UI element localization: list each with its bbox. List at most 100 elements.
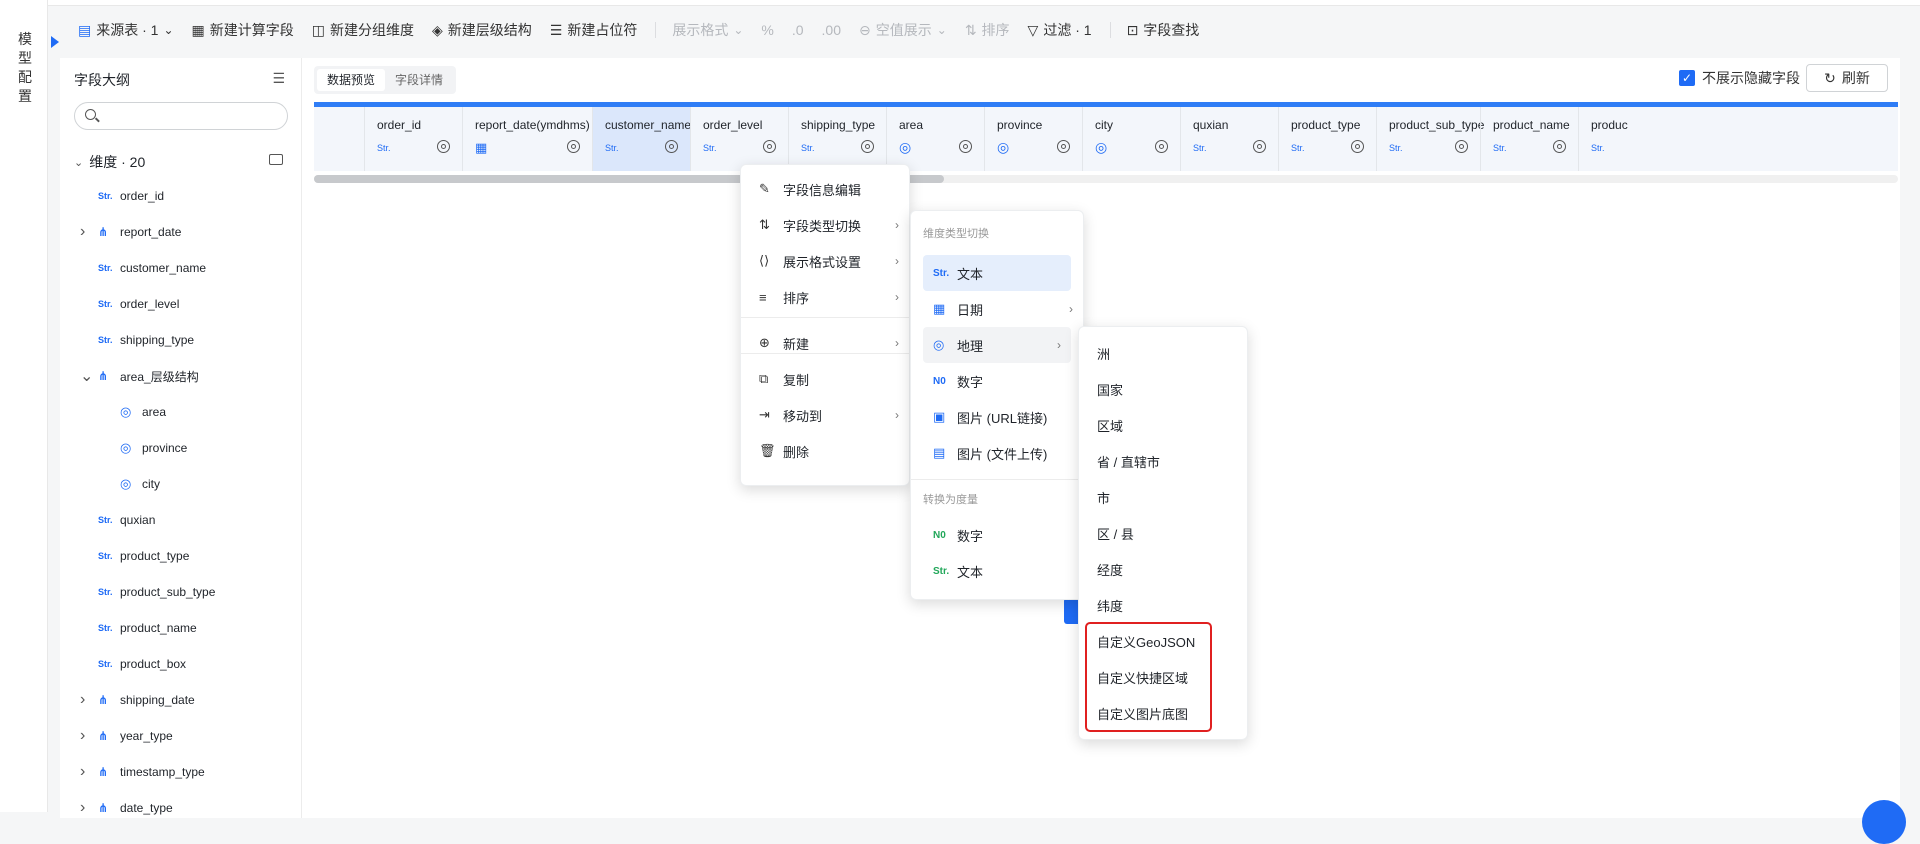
toolbar-button-4[interactable]: ☰ 新建占位符	[550, 20, 638, 40]
settings-gear-icon[interactable]	[1155, 140, 1168, 153]
dimension-group-header[interactable]: ⌄ 维度 · 20	[74, 152, 145, 172]
geo-option-2[interactable]: 区域	[1079, 407, 1247, 443]
chevron-right-icon[interactable]: ›	[80, 799, 90, 817]
outline-field-item[interactable]: Str. quxian	[60, 502, 302, 538]
outline-field-item[interactable]: Str. product_type	[60, 538, 302, 574]
toolbar-button-8[interactable]: .00	[822, 22, 841, 38]
column-header-7[interactable]: city ◎	[1082, 107, 1180, 171]
context-menu-item-5[interactable]: ⧉ 复制	[741, 361, 909, 397]
outline-field-item[interactable]: › ⋔ date_type	[60, 790, 302, 826]
toolbar-button-6[interactable]: %	[761, 22, 773, 38]
outline-field-item[interactable]: › ⋔ report_date	[60, 214, 302, 250]
outline-field-item[interactable]: › ⋔ timestamp_type	[60, 754, 302, 790]
type-option-4[interactable]: ▣ 图片 (URL链接)	[911, 399, 1083, 435]
tab-data-preview[interactable]: 数据预览	[317, 69, 386, 91]
outline-field-item[interactable]: Str. order_id	[60, 178, 302, 214]
settings-gear-icon[interactable]	[959, 140, 972, 153]
geo-option-7[interactable]: 纬度	[1079, 587, 1247, 623]
horizontal-scrollbar[interactable]	[314, 175, 1898, 183]
type-option-5[interactable]: ▤ 图片 (文件上传)	[911, 435, 1083, 471]
context-menu-item-4[interactable]: ⊕ 新建 ›	[741, 325, 909, 361]
settings-gear-icon[interactable]	[1057, 140, 1070, 153]
column-header-11[interactable]: product_name Str.	[1480, 107, 1578, 171]
settings-gear-icon[interactable]	[861, 140, 874, 153]
toolbar-button-9[interactable]: ⊖ 空值展示 ⌄	[859, 20, 947, 40]
toolbar-button-12[interactable]: ⊡ 字段查找	[1127, 20, 1200, 40]
context-menu-item-0[interactable]: ✎ 字段信息编辑	[741, 171, 909, 207]
type-option-2[interactable]: ◎ 地理 ›	[923, 327, 1071, 363]
toolbar-button-1[interactable]: ▦ 新建计算字段	[192, 20, 294, 40]
geo-option-3[interactable]: 省 / 直辖市	[1079, 443, 1247, 479]
type-option-0[interactable]: Str. 文本	[923, 255, 1071, 291]
chevron-right-icon[interactable]: ›	[80, 223, 90, 241]
outline-field-item[interactable]: › ⋔ year_type	[60, 718, 302, 754]
outline-field-item[interactable]: Str. customer_name	[60, 250, 302, 286]
chevron-right-icon[interactable]: ›	[80, 727, 90, 745]
column-header-9[interactable]: product_type Str.	[1278, 107, 1376, 171]
settings-gear-icon[interactable]	[665, 140, 678, 153]
context-menu-item-7[interactable]: 🗑 删除	[741, 433, 909, 469]
help-button[interactable]	[1862, 800, 1906, 844]
settings-gear-icon[interactable]	[1553, 140, 1566, 153]
outline-field-item[interactable]: › ⋔ shipping_date	[60, 682, 302, 718]
outline-field-item[interactable]: ⌄ ⋔ area_层级结构	[60, 358, 302, 394]
settings-gear-icon[interactable]	[1351, 140, 1364, 153]
context-menu-item-6[interactable]: ⇥ 移动到 ›	[741, 397, 909, 433]
dimension-group-label: 维度 · 20	[89, 154, 146, 170]
type-option-1[interactable]: ▦ 日期 ›	[911, 291, 1083, 327]
column-header-3[interactable]: order_level Str.	[690, 107, 788, 171]
settings-gear-icon[interactable]	[1455, 140, 1468, 153]
column-header-0[interactable]: order_id Str.	[364, 107, 462, 171]
outline-search-input[interactable]	[74, 102, 288, 130]
outline-field-item[interactable]: ◎ city	[60, 466, 302, 502]
chevron-right-icon[interactable]: ›	[80, 763, 90, 781]
outline-field-item[interactable]: ◎ province	[60, 430, 302, 466]
column-header-2[interactable]: customer_name Str.	[592, 107, 691, 171]
toolbar-button-7[interactable]: .0	[792, 22, 804, 38]
geo-option-1[interactable]: 国家	[1079, 371, 1247, 407]
collapse-outline-icon[interactable]: ☰	[272, 70, 285, 87]
column-header-10[interactable]: product_sub_type Str.	[1376, 107, 1484, 171]
settings-gear-icon[interactable]	[763, 140, 776, 153]
refresh-button[interactable]: ↻ 刷新	[1806, 64, 1888, 92]
type-option-3[interactable]: N0 数字	[911, 363, 1083, 399]
toolbar-button-2[interactable]: ◫ 新建分组维度	[312, 20, 414, 40]
chevron-down-icon[interactable]: ⌄	[80, 366, 93, 386]
settings-gear-icon[interactable]	[1253, 140, 1266, 153]
toolbar-button-3[interactable]: ◈ 新建层级结构	[432, 20, 532, 40]
geo-option-0[interactable]: 洲	[1079, 335, 1247, 371]
settings-gear-icon[interactable]	[567, 140, 580, 153]
column-header-12[interactable]: produc Str.	[1578, 107, 1678, 171]
context-menu-item-1[interactable]: ⇅ 字段类型切换 ›	[741, 207, 909, 243]
column-header-4[interactable]: shipping_type Str.	[788, 107, 886, 171]
settings-gear-icon[interactable]	[437, 140, 450, 153]
column-header-1[interactable]: report_date(ymdhms) ▦	[462, 107, 592, 171]
measure-option-0[interactable]: N0 数字	[911, 517, 1083, 553]
geo-option-label: 区 / 县	[1097, 526, 1134, 542]
measure-option-1[interactable]: Str. 文本	[911, 553, 1083, 589]
column-header-5[interactable]: area ◎	[886, 107, 984, 171]
outline-field-item[interactable]: Str. product_sub_type	[60, 574, 302, 610]
column-header-6[interactable]: province ◎	[984, 107, 1082, 171]
toolbar-button-11[interactable]: ▽ 过滤 · 1	[1028, 20, 1092, 40]
column-header-8[interactable]: quxian Str.	[1180, 107, 1278, 171]
outline-field-item[interactable]: Str. product_name	[60, 610, 302, 646]
outline-field-item[interactable]: ◎ area	[60, 394, 302, 430]
tab-field-detail[interactable]: 字段详情	[385, 69, 453, 91]
toolbar-button-5[interactable]: 展示格式 ⌄	[672, 20, 743, 40]
outline-field-item[interactable]: Str. order_level	[60, 286, 302, 322]
geo-option-5[interactable]: 区 / 县	[1079, 515, 1247, 551]
chevron-right-icon[interactable]: ›	[80, 691, 90, 709]
model-config-label[interactable]: 模 型 配 置	[18, 30, 32, 106]
context-menu-item-2[interactable]: ⟨⟩ 展示格式设置 ›	[741, 243, 909, 279]
outline-field-item[interactable]: Str. product_box	[60, 646, 302, 682]
outline-field-name: report_date	[120, 225, 182, 239]
geo-option-4[interactable]: 市	[1079, 479, 1247, 515]
context-menu-item-3[interactable]: ≡ 排序 ›	[741, 279, 909, 315]
outline-field-item[interactable]: Str. shipping_type	[60, 322, 302, 358]
toolbar-button-10[interactable]: ⇅ 排序	[965, 20, 1010, 40]
geo-option-6[interactable]: 经度	[1079, 551, 1247, 587]
toolbar-button-0[interactable]: ▤ 来源表 · 1 ⌄	[78, 20, 174, 40]
add-folder-icon[interactable]	[269, 154, 283, 165]
hide-hidden-fields-toggle[interactable]: ✓ 不展示隐藏字段	[1679, 68, 1800, 88]
